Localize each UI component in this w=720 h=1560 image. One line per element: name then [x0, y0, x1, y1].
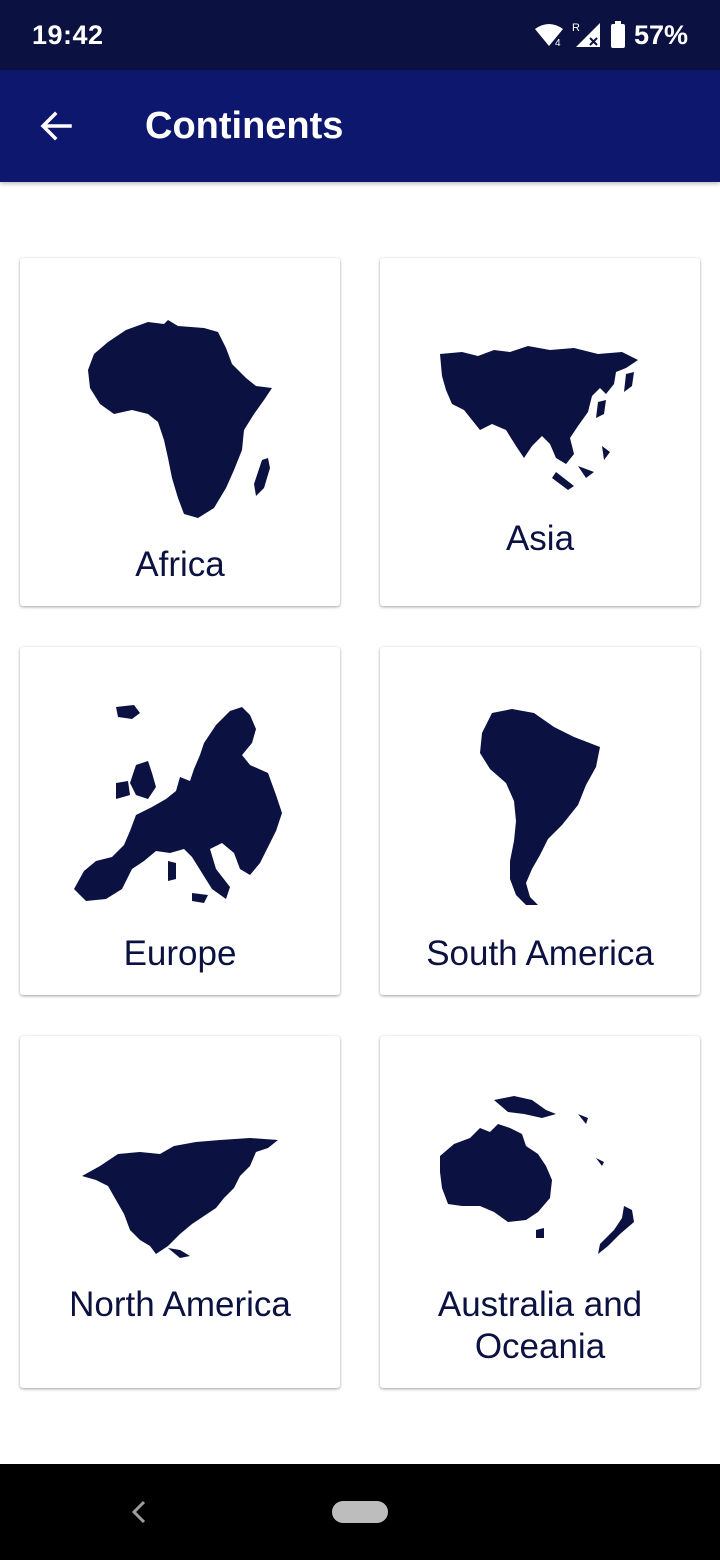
- card-label: Europe: [123, 934, 237, 973]
- card-australia-oceania[interactable]: Australia and Oceania: [380, 1036, 700, 1388]
- status-bar: 19:42 4 R 57%: [0, 0, 720, 70]
- battery-percentage: 57%: [633, 19, 688, 50]
- svg-text:4: 4: [555, 38, 561, 48]
- card-europe[interactable]: Europe: [20, 647, 340, 995]
- battery-icon: [610, 21, 625, 48]
- north-america-map-icon: [82, 1138, 278, 1258]
- card-north-america[interactable]: North America: [20, 1036, 340, 1388]
- app-bar: Continents: [0, 70, 720, 182]
- africa-map-icon: [88, 320, 272, 518]
- nav-home-button[interactable]: [332, 1501, 388, 1523]
- card-label: South America: [426, 934, 654, 973]
- card-africa[interactable]: Africa: [20, 258, 340, 606]
- svg-text:R: R: [572, 22, 580, 34]
- card-label: North America: [69, 1285, 291, 1324]
- card-label: Africa: [135, 545, 225, 584]
- card-label: Australia and Oceania: [437, 1285, 643, 1366]
- signal-icon: R: [572, 22, 600, 47]
- card-label: Asia: [505, 519, 575, 558]
- europe-map-icon: [74, 705, 282, 903]
- australia-map-icon: [440, 1096, 634, 1254]
- back-button[interactable]: [0, 70, 112, 182]
- card-south-america[interactable]: South America: [380, 647, 700, 995]
- status-time: 19:42: [32, 19, 104, 50]
- page-title: Continents: [145, 104, 344, 147]
- arrow-left-icon: [40, 111, 72, 141]
- south-america-map-icon: [480, 709, 600, 905]
- card-asia[interactable]: Asia: [380, 258, 700, 606]
- wifi-icon: 4: [534, 24, 563, 48]
- asia-map-icon: [440, 346, 638, 490]
- status-icons: 4 R 57%: [534, 20, 688, 51]
- nav-back-icon[interactable]: [128, 1496, 148, 1528]
